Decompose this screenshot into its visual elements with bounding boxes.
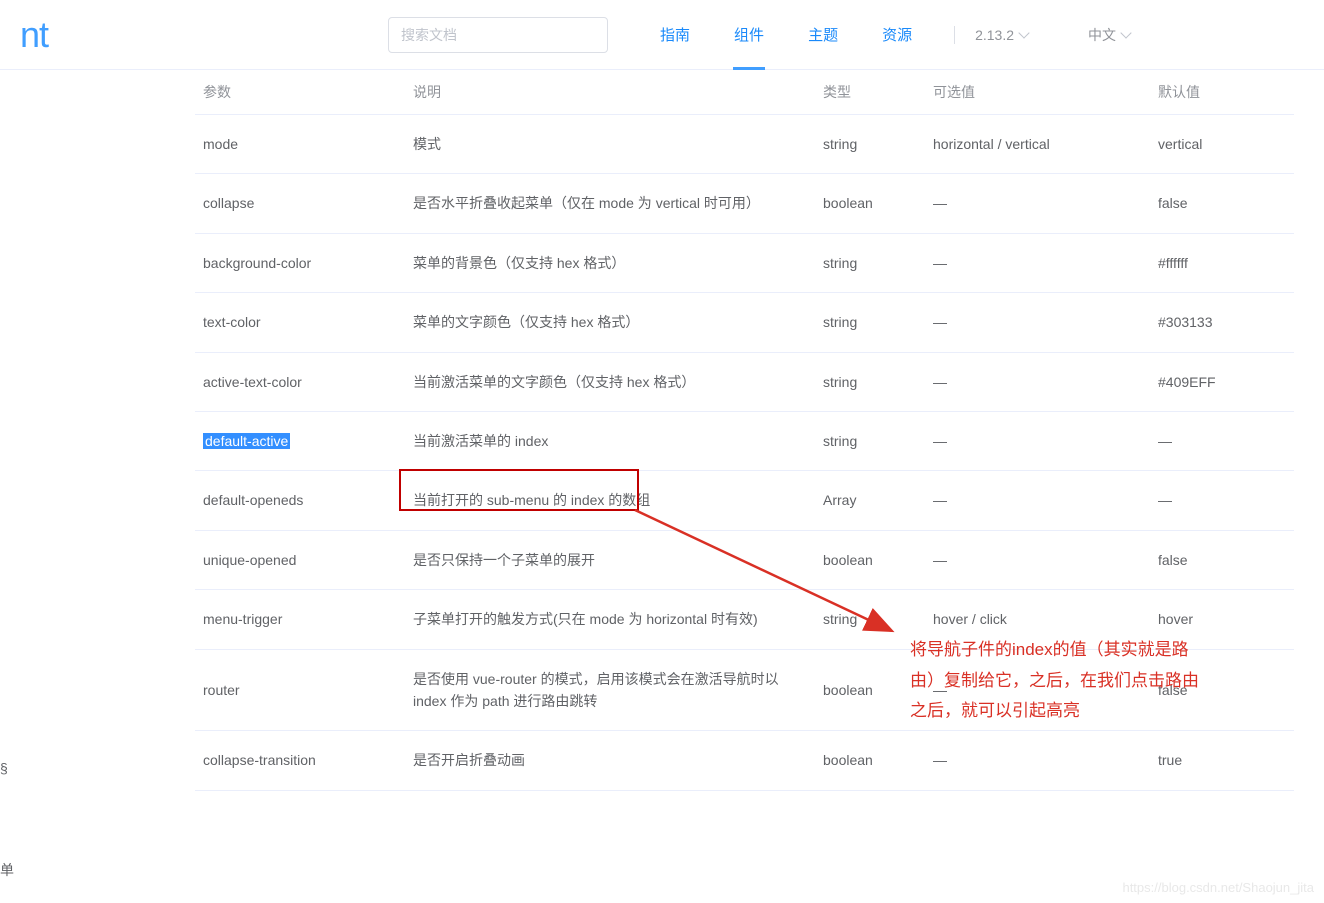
cell-param: background-color — [195, 233, 405, 292]
cell-type: boolean — [815, 731, 925, 790]
cell-options: hover / click — [925, 590, 1150, 649]
cell-default: — — [1150, 411, 1294, 470]
col-desc: 说明 — [405, 70, 815, 115]
cell-desc: 菜单的背景色（仅支持 hex 格式） — [405, 233, 815, 292]
table-row: default-active当前激活菜单的 indexstring—— — [195, 411, 1294, 470]
search-input[interactable] — [388, 17, 608, 53]
language-dropdown[interactable]: 中文 — [1088, 25, 1130, 45]
cell-param: collapse — [195, 174, 405, 233]
cell-param: default-active — [195, 411, 405, 470]
cell-param: unique-opened — [195, 530, 405, 589]
cell-param: text-color — [195, 293, 405, 352]
logo-fragment: nt — [20, 14, 48, 56]
cell-desc: 子菜单打开的触发方式(只在 mode 为 horizontal 时有效) — [405, 590, 815, 649]
sidebar-fragment-1: § — [0, 760, 8, 776]
cell-param: menu-trigger — [195, 590, 405, 649]
table-row: unique-opened是否只保持一个子菜单的展开boolean—false — [195, 530, 1294, 589]
version-dropdown[interactable]: 2.13.2 — [975, 27, 1028, 43]
chevron-down-icon — [1120, 27, 1131, 38]
cell-desc: 模式 — [405, 115, 815, 174]
col-type: 类型 — [815, 70, 925, 115]
cell-options: — — [925, 293, 1150, 352]
cell-options: — — [925, 233, 1150, 292]
cell-desc: 当前激活菜单的文字颜色（仅支持 hex 格式） — [405, 352, 815, 411]
cell-desc: 当前激活菜单的 index — [405, 411, 815, 470]
cell-type: string — [815, 411, 925, 470]
nav-resource[interactable]: 资源 — [860, 0, 934, 70]
cell-param: router — [195, 649, 405, 731]
cell-default: hover — [1150, 590, 1294, 649]
cell-options: — — [925, 411, 1150, 470]
chevron-down-icon — [1018, 27, 1029, 38]
content-area: 参数 说明 类型 可选值 默认值 mode模式stringhorizontal … — [195, 70, 1324, 791]
cell-type: string — [815, 352, 925, 411]
table-row: active-text-color当前激活菜单的文字颜色（仅支持 hex 格式）… — [195, 352, 1294, 411]
cell-type: boolean — [815, 174, 925, 233]
cell-type: string — [815, 293, 925, 352]
cell-desc: 菜单的文字颜色（仅支持 hex 格式） — [405, 293, 815, 352]
cell-desc: 是否开启折叠动画 — [405, 731, 815, 790]
cell-type: boolean — [815, 530, 925, 589]
table-row: menu-trigger子菜单打开的触发方式(只在 mode 为 horizon… — [195, 590, 1294, 649]
nav-theme[interactable]: 主题 — [786, 0, 860, 70]
col-default: 默认值 — [1150, 70, 1294, 115]
cell-type: string — [815, 590, 925, 649]
cell-options: — — [925, 352, 1150, 411]
cell-desc: 是否使用 vue-router 的模式，启用该模式会在激活导航时以 index … — [405, 649, 815, 731]
sidebar-fragment-2: 单 — [0, 860, 14, 880]
cell-options: horizontal / vertical — [925, 115, 1150, 174]
cell-default: false — [1150, 530, 1294, 589]
cell-options: — — [925, 471, 1150, 530]
cell-default: false — [1150, 649, 1294, 731]
header: nt 指南 组件 主题 资源 2.13.2 中文 — [0, 0, 1324, 70]
col-options: 可选值 — [925, 70, 1150, 115]
cell-type: string — [815, 115, 925, 174]
nav-divider — [954, 26, 955, 44]
cell-default: #303133 — [1150, 293, 1294, 352]
cell-options: — — [925, 174, 1150, 233]
col-param: 参数 — [195, 70, 405, 115]
cell-param: default-openeds — [195, 471, 405, 530]
cell-type: string — [815, 233, 925, 292]
nav-guide[interactable]: 指南 — [638, 0, 712, 70]
nav-component[interactable]: 组件 — [712, 0, 786, 70]
cell-default: false — [1150, 174, 1294, 233]
cell-param: mode — [195, 115, 405, 174]
cell-desc: 当前打开的 sub-menu 的 index 的数组 — [405, 471, 815, 530]
table-row: default-openeds当前打开的 sub-menu 的 index 的数… — [195, 471, 1294, 530]
cell-desc: 是否只保持一个子菜单的展开 — [405, 530, 815, 589]
language-label: 中文 — [1088, 25, 1116, 45]
cell-param: collapse-transition — [195, 731, 405, 790]
cell-default: vertical — [1150, 115, 1294, 174]
table-row: collapse-transition是否开启折叠动画boolean—true — [195, 731, 1294, 790]
cell-type: Array — [815, 471, 925, 530]
watermark: https://blog.csdn.net/Shaojun_jita — [1122, 880, 1314, 895]
table-row: mode模式stringhorizontal / verticalvertica… — [195, 115, 1294, 174]
cell-default: #409EFF — [1150, 352, 1294, 411]
cell-desc: 是否水平折叠收起菜单（仅在 mode 为 vertical 时可用） — [405, 174, 815, 233]
table-row: router是否使用 vue-router 的模式，启用该模式会在激活导航时以 … — [195, 649, 1294, 731]
nav-links: 指南 组件 主题 资源 2.13.2 中文 — [638, 0, 1130, 69]
table-header-row: 参数 说明 类型 可选值 默认值 — [195, 70, 1294, 115]
cell-default: — — [1150, 471, 1294, 530]
table-row: background-color菜单的背景色（仅支持 hex 格式）string… — [195, 233, 1294, 292]
cell-options: — — [925, 731, 1150, 790]
cell-options: — — [925, 649, 1150, 731]
cell-options: — — [925, 530, 1150, 589]
cell-default: #ffffff — [1150, 233, 1294, 292]
version-label: 2.13.2 — [975, 27, 1014, 43]
attributes-table: 参数 说明 类型 可选值 默认值 mode模式stringhorizontal … — [195, 70, 1294, 791]
table-row: text-color菜单的文字颜色（仅支持 hex 格式）string—#303… — [195, 293, 1294, 352]
cell-type: boolean — [815, 649, 925, 731]
cell-default: true — [1150, 731, 1294, 790]
cell-param: active-text-color — [195, 352, 405, 411]
table-row: collapse是否水平折叠收起菜单（仅在 mode 为 vertical 时可… — [195, 174, 1294, 233]
